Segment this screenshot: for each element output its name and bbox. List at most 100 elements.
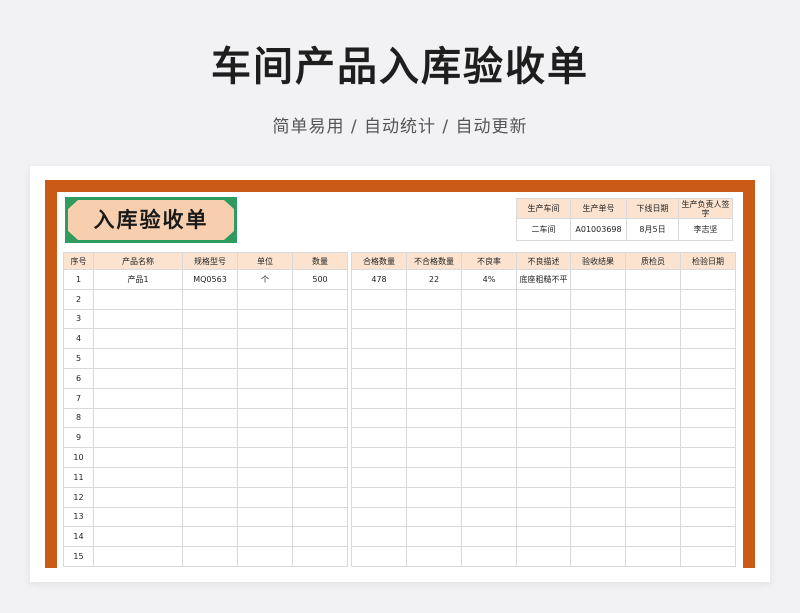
inspection-cell[interactable]: 478 [351,269,407,290]
product-cell[interactable] [237,348,293,369]
inspection-cell[interactable] [516,348,571,369]
inspection-cell[interactable] [516,546,571,567]
inspection-cell[interactable] [570,348,626,369]
product-cell[interactable] [182,427,238,449]
inspection-cell[interactable] [625,427,681,449]
inspection-cell[interactable] [570,328,626,350]
product-cell[interactable] [237,328,293,350]
product-cell[interactable] [237,288,293,310]
inspection-cell[interactable] [625,348,681,369]
inspection-cell[interactable] [680,367,736,389]
inspection-cell[interactable] [461,546,517,567]
inspection-cell[interactable] [570,486,626,508]
product-cell[interactable]: 14 [63,526,94,548]
product-cell[interactable]: 9 [63,427,94,449]
inspection-cell[interactable] [570,546,626,567]
inspection-cell[interactable] [461,348,517,369]
product-cell[interactable] [292,407,348,429]
product-cell[interactable] [237,466,293,488]
inspection-cell[interactable] [516,486,571,508]
inspection-cell[interactable] [516,447,571,468]
product-cell[interactable]: 3 [63,308,94,330]
product-cell[interactable] [93,546,183,567]
product-cell[interactable]: 产品1 [93,269,183,290]
inspection-cell[interactable] [406,367,462,389]
inspection-cell[interactable] [406,506,462,528]
product-cell[interactable] [292,466,348,488]
inspection-cell[interactable] [351,328,407,350]
inspection-cell[interactable] [680,328,736,350]
product-cell[interactable] [292,348,348,369]
inspection-cell[interactable] [680,466,736,488]
product-cell[interactable] [292,328,348,350]
inspection-cell[interactable] [406,387,462,409]
inspection-cell[interactable] [351,407,407,429]
product-cell[interactable] [292,506,348,528]
product-cell[interactable]: 4 [63,328,94,350]
inspection-cell[interactable] [570,367,626,389]
inspection-cell[interactable] [406,526,462,548]
inspection-cell[interactable] [570,506,626,528]
product-cell[interactable]: 个 [237,269,293,290]
product-cell[interactable] [182,546,238,567]
inspection-cell[interactable] [680,486,736,508]
inspection-cell[interactable] [461,407,517,429]
inspection-cell[interactable] [570,466,626,488]
inspection-cell[interactable] [570,427,626,449]
product-cell[interactable]: MQ0563 [182,269,238,290]
product-cell[interactable] [237,308,293,330]
inspection-cell[interactable] [680,526,736,548]
inspection-cell[interactable] [406,288,462,310]
inspection-cell[interactable] [351,466,407,488]
inspection-cell[interactable] [461,288,517,310]
product-cell[interactable] [292,526,348,548]
inspection-cell[interactable] [461,447,517,468]
inspection-cell[interactable] [406,348,462,369]
inspection-cell[interactable] [406,328,462,350]
inspection-cell[interactable] [406,427,462,449]
product-cell[interactable] [292,367,348,389]
inspection-cell[interactable] [406,308,462,330]
inspection-cell[interactable]: 底座粗糙不平 [516,269,571,290]
inspection-cell[interactable] [625,387,681,409]
inspection-cell[interactable] [625,269,681,290]
inspection-cell[interactable] [461,367,517,389]
inspection-cell[interactable] [625,506,681,528]
inspection-cell[interactable] [461,506,517,528]
product-cell[interactable] [182,526,238,548]
product-cell[interactable] [93,427,183,449]
product-cell[interactable]: 12 [63,486,94,508]
product-cell[interactable] [182,308,238,330]
product-cell[interactable] [292,447,348,468]
inspection-cell[interactable] [570,407,626,429]
product-cell[interactable]: 1 [63,269,94,290]
inspection-cell[interactable] [406,486,462,508]
inspection-cell[interactable] [680,407,736,429]
inspection-cell[interactable] [351,387,407,409]
inspection-cell[interactable] [516,328,571,350]
inspection-cell[interactable] [351,526,407,548]
inspection-cell[interactable] [680,506,736,528]
inspection-cell[interactable] [516,367,571,389]
product-cell[interactable] [93,447,183,468]
inspection-cell[interactable] [625,367,681,389]
product-cell[interactable]: 7 [63,387,94,409]
product-cell[interactable] [93,526,183,548]
inspection-cell[interactable] [516,466,571,488]
product-cell[interactable] [237,506,293,528]
inspection-cell[interactable] [625,407,681,429]
product-cell[interactable]: 11 [63,466,94,488]
inspection-cell[interactable] [516,526,571,548]
inspection-cell[interactable] [680,288,736,310]
inspection-cell[interactable] [680,546,736,567]
inspection-cell[interactable] [351,308,407,330]
inspection-cell[interactable] [351,506,407,528]
inspection-cell[interactable] [351,546,407,567]
inspection-cell[interactable]: 4% [461,269,517,290]
product-cell[interactable] [237,367,293,389]
inspection-cell[interactable] [461,526,517,548]
product-cell[interactable] [93,308,183,330]
inspection-cell[interactable] [625,466,681,488]
inspection-cell[interactable] [625,328,681,350]
product-cell[interactable]: 15 [63,546,94,567]
